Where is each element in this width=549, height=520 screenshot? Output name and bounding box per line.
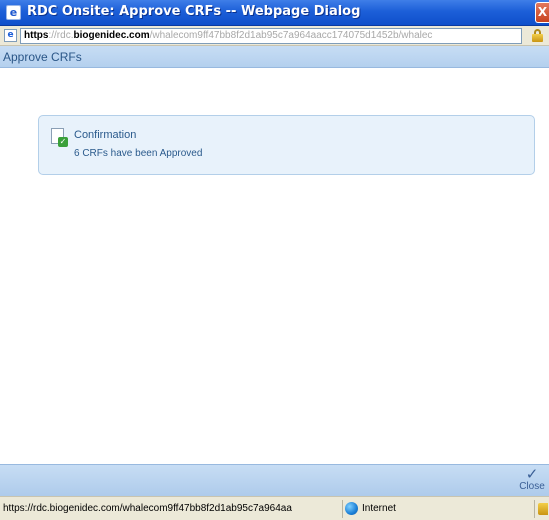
- url-separator: ://: [48, 30, 57, 41]
- lock-icon[interactable]: [532, 29, 543, 42]
- url-field[interactable]: https://rdc.biogenidec.com/whalecom9ff47…: [20, 28, 522, 44]
- globe-icon: [345, 502, 358, 515]
- ie-icon: e: [6, 5, 21, 20]
- window-close-button[interactable]: X: [535, 2, 549, 23]
- window-titlebar[interactable]: e RDC Onsite: Approve CRFs -- Webpage Di…: [0, 0, 549, 26]
- page-icon: e: [4, 29, 17, 42]
- button-bar: ✓ Close: [0, 464, 549, 496]
- dialog-content: ✓ Confirmation 6 CRFs have been Approved: [0, 68, 549, 464]
- close-button-label: Close: [519, 481, 545, 492]
- status-bar: https://rdc.biogenidec.com/whalecom9ff47…: [0, 496, 549, 520]
- security-zone: Internet: [362, 503, 396, 514]
- status-lock-icon[interactable]: [538, 503, 548, 515]
- confirmation-title: Confirmation: [74, 129, 137, 141]
- address-bar: e https://rdc.biogenidec.com/whalecom9ff…: [0, 26, 549, 46]
- url-subdomain: rdc.: [56, 30, 74, 41]
- confirmation-message: 6 CRFs have been Approved: [74, 148, 203, 159]
- document-check-icon: ✓: [51, 128, 68, 147]
- window-title: RDC Onsite: Approve CRFs -- Webpage Dial…: [27, 4, 361, 19]
- close-button[interactable]: ✓ Close: [519, 467, 545, 495]
- page-title: Approve CRFs: [3, 50, 82, 64]
- url-path: /whalecom9ff47bb8f2d1ab95c7a964aacc17407…: [149, 30, 433, 41]
- confirmation-panel: ✓ Confirmation 6 CRFs have been Approved: [38, 115, 535, 175]
- status-url: https://rdc.biogenidec.com/whalecom9ff47…: [3, 503, 292, 514]
- status-separator: [534, 500, 535, 518]
- page-header: Approve CRFs: [0, 46, 549, 68]
- checkmark-icon: ✓: [525, 465, 539, 483]
- status-separator: [342, 500, 343, 518]
- url-domain: biogenidec.com: [73, 30, 150, 41]
- url-scheme: https: [24, 30, 49, 41]
